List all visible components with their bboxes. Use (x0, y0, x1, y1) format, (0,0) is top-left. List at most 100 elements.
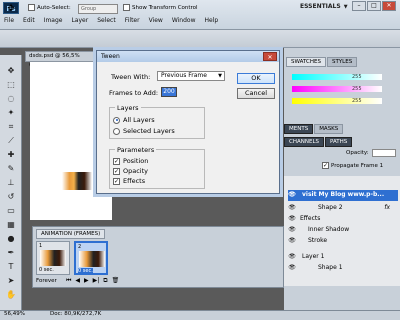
move-tool-icon[interactable]: ✥ (4, 3, 18, 15)
animation-frame[interactable]: 1 0 sec. (36, 241, 70, 275)
menu-window[interactable]: Window (172, 17, 196, 24)
opacity-input[interactable] (372, 149, 396, 157)
tab-paths[interactable]: PATHS (325, 137, 353, 147)
eyedropper-icon[interactable]: ⟋ (4, 135, 18, 146)
tween-with-value: Previous Frame (161, 72, 207, 79)
auto-select-checkbox[interactable] (28, 4, 35, 11)
tween-with-select[interactable]: Previous Frame ▼ (157, 71, 225, 81)
color-slider-green[interactable] (292, 86, 382, 92)
opacity-checkbox[interactable]: ✓ (113, 167, 120, 175)
selected-layers-option[interactable]: Selected Layers (113, 127, 175, 135)
menu-view[interactable]: View (149, 17, 163, 24)
opacity-option[interactable]: ✓ Opacity (113, 167, 148, 175)
position-option[interactable]: ✓ Position (113, 157, 148, 165)
effects-option[interactable]: ✓ Effects (113, 177, 145, 185)
tab-masks[interactable]: MASKS (314, 124, 344, 134)
marquee-icon[interactable]: ⬚ (4, 79, 18, 90)
previous-frame-icon[interactable]: ◀ (75, 277, 80, 285)
eye-icon[interactable]: 👁 (288, 191, 296, 199)
pen-icon[interactable]: ✒ (4, 247, 18, 258)
menu-image[interactable]: Image (44, 17, 63, 24)
all-layers-radio[interactable] (113, 116, 120, 124)
cancel-button[interactable]: Cancel (237, 88, 275, 99)
fx-icon[interactable]: fx (384, 203, 390, 213)
eye-icon[interactable]: 👁 (288, 237, 296, 245)
next-frame-icon[interactable]: ▶| (93, 277, 100, 285)
play-icon[interactable]: ▶ (84, 277, 89, 285)
path-selection-icon[interactable]: ➤ (4, 275, 18, 286)
layer-effect-inner-shadow[interactable]: 👁 Inner Shadow (288, 225, 398, 235)
eye-icon[interactable]: 👁 (288, 226, 296, 234)
animation-frame-selected[interactable]: 2 0 sec. (74, 241, 108, 275)
minimize-button[interactable]: – (352, 1, 366, 11)
menu-edit[interactable]: Edit (23, 17, 35, 24)
layer-effect-stroke[interactable]: 👁 Stroke (288, 236, 398, 246)
layer-row-layer-1[interactable]: 👁 Layer 1 (288, 252, 398, 262)
color-slider-red[interactable] (292, 74, 382, 80)
maximize-button[interactable]: □ (367, 1, 381, 11)
lasso-icon[interactable]: ◌ (4, 93, 18, 104)
position-checkbox[interactable]: ✓ (113, 157, 120, 165)
effects-checkbox[interactable]: ✓ (113, 177, 120, 185)
show-transform-option[interactable]: Show Transform Control (123, 4, 198, 11)
dodge-icon[interactable]: ● (4, 233, 18, 244)
document-tab[interactable]: dsds.psd @ 56,5% (visit (25, 51, 95, 68)
frame-delay[interactable]: 0 sec. (39, 267, 54, 273)
eye-icon[interactable]: 👁 (288, 253, 296, 261)
ok-button[interactable]: OK (237, 73, 275, 84)
animation-controls: ⏮ ◀ ▶ ▶| ⧉ 🗑 (66, 277, 119, 285)
gradient-icon[interactable]: ▦ (4, 219, 18, 230)
menu-help[interactable]: Help (205, 17, 219, 24)
layer-effects-row[interactable]: 👁 Effects (288, 214, 398, 224)
tween-icon[interactable]: ⧉ (103, 277, 107, 285)
frame-delay[interactable]: 0 sec. (78, 268, 93, 274)
auto-select-option[interactable]: Auto-Select: (28, 4, 71, 11)
position-label: Position (123, 157, 149, 165)
trash-icon[interactable]: 🗑 (112, 277, 120, 285)
all-layers-option[interactable]: All Layers (113, 116, 155, 124)
move-icon[interactable]: ✥ (4, 65, 18, 76)
tab-channels[interactable]: CHANNELS (284, 137, 324, 147)
tab-swatches[interactable]: SWATCHES (286, 57, 326, 67)
propagate-frame-option[interactable]: ✓ Propagate Frame 1 (322, 162, 383, 169)
effect-label: Inner Shadow (308, 226, 350, 233)
close-window-button[interactable]: ✕ (382, 1, 396, 11)
history-brush-icon[interactable]: ↺ (4, 191, 18, 202)
eye-icon[interactable]: 👁 (288, 204, 296, 212)
loop-dropdown[interactable]: Forever (36, 278, 57, 284)
menu-select[interactable]: Select (97, 17, 116, 24)
healing-brush-icon[interactable]: ✚ (4, 149, 18, 160)
propagate-checkbox[interactable]: ✓ (322, 162, 329, 169)
layer-row-shape-1[interactable]: 👁 Shape 1 (288, 263, 398, 273)
frame-number: 2 (78, 244, 82, 250)
workspace-switcher[interactable]: ESSENTIALS ▼ (300, 3, 348, 10)
eye-icon[interactable]: 👁 (288, 215, 296, 223)
opacity-option-label: Opacity (123, 167, 149, 175)
close-icon[interactable]: ✕ (263, 52, 277, 61)
type-icon[interactable]: T (4, 261, 18, 272)
show-transform-checkbox[interactable] (123, 4, 130, 11)
auto-select-dropdown[interactable]: Group (78, 4, 118, 14)
color-panel-tabs: SWATCHES STYLES (286, 57, 358, 67)
tab-animation-frames[interactable]: ANIMATION (FRAMES) (36, 229, 106, 239)
magic-wand-icon[interactable]: ✦ (4, 107, 18, 118)
color-slider-blue[interactable] (292, 98, 382, 104)
menu-file[interactable]: File (4, 17, 14, 24)
eye-icon[interactable]: 👁 (288, 264, 296, 272)
crop-icon[interactable]: ⌗ (4, 121, 18, 132)
tab-styles[interactable]: STYLES (326, 57, 358, 67)
brush-icon[interactable]: ✎ (4, 163, 18, 174)
clone-stamp-icon[interactable]: ⊥ (4, 177, 18, 188)
menu-layer[interactable]: Layer (71, 17, 88, 24)
eraser-icon[interactable]: ▭ (4, 205, 18, 216)
first-frame-icon[interactable]: ⏮ (66, 277, 71, 285)
menu-filter[interactable]: Filter (125, 17, 140, 24)
frames-to-add-input[interactable]: 200 (161, 87, 177, 97)
tween-with-label: Tween With: (111, 73, 151, 81)
tab-adjustments[interactable]: MENTS (284, 124, 314, 134)
layer-row-shape-2[interactable]: 👁 Shape 2 fx (288, 203, 398, 213)
hand-icon[interactable]: ✋ (4, 289, 18, 300)
layer-row-visit-blog[interactable]: 👁 visit My Blog www.p-b... (288, 190, 398, 201)
zoom-level[interactable]: 56,49% (4, 311, 25, 317)
selected-layers-radio[interactable] (113, 127, 120, 135)
